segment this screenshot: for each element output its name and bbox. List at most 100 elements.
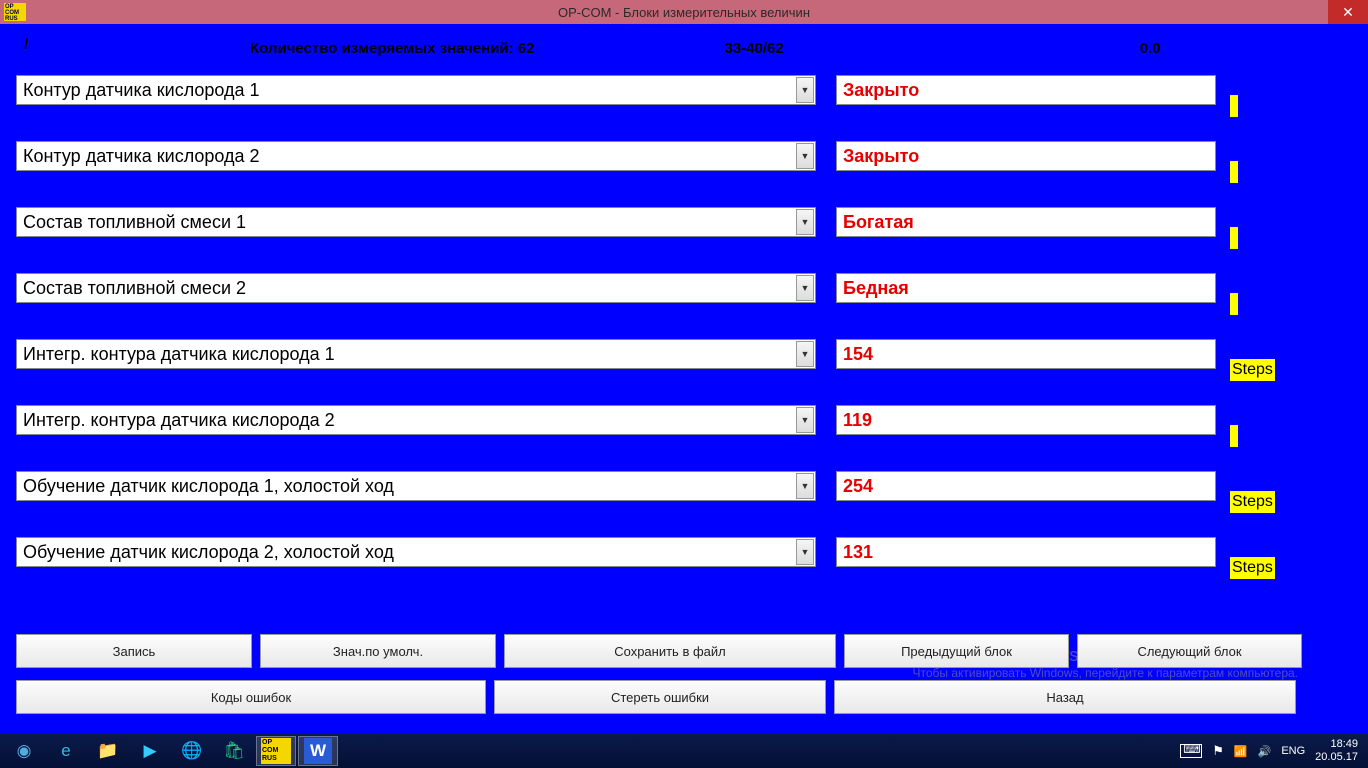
record-button[interactable]: Запись <box>16 634 252 668</box>
button-row-2: Коды ошибок Стереть ошибки Назад <box>16 680 1306 714</box>
date-text: 20.05.17 <box>1315 751 1358 764</box>
measurement-row: Обучение датчик кислорода 2, холостой хо… <box>16 537 1352 567</box>
param-dropdown-1[interactable]: Контур датчика кислорода 1 ▼ <box>16 75 816 105</box>
unit-box-4 <box>1230 293 1238 315</box>
clear-faults-button[interactable]: Стереть ошибки <box>494 680 826 714</box>
measurement-row: Интегр. контура датчика кислорода 2 ▼ 11… <box>16 405 1352 435</box>
button-row-1: Запись Знач.по умолч. Сохранить в файл П… <box>16 634 1306 668</box>
prev-block-button[interactable]: Предыдущий блок <box>844 634 1069 668</box>
buttons-area: Запись Знач.по умолч. Сохранить в файл П… <box>16 634 1306 726</box>
action-center-icon[interactable]: ⚑ <box>1212 743 1224 759</box>
param-dropdown-2[interactable]: Контур датчика кислорода 2 ▼ <box>16 141 816 171</box>
value-box-7: 254 <box>836 471 1216 501</box>
value-text: Закрыто <box>843 80 919 101</box>
chevron-down-icon[interactable]: ▼ <box>796 341 814 367</box>
param-text: Обучение датчик кислорода 1, холостой хо… <box>17 476 394 497</box>
param-dropdown-4[interactable]: Состав топливной смеси 2 ▼ <box>16 273 816 303</box>
measurement-row: Состав топливной смеси 2 ▼ Бедная <box>16 273 1352 303</box>
store-icon: 🛍 <box>223 741 245 761</box>
windows-icon: ◉ <box>17 741 32 761</box>
value-text: 131 <box>843 542 873 563</box>
explorer-button[interactable]: 📁 <box>88 736 128 766</box>
param-dropdown-7[interactable]: Обучение датчик кислорода 1, холостой хо… <box>16 471 816 501</box>
sound-icon[interactable]: 🔊 <box>1258 745 1272 758</box>
chrome-button[interactable]: 🌐 <box>172 736 212 766</box>
folder-icon: 📁 <box>97 741 118 761</box>
next-block-button[interactable]: Следующий блок <box>1077 634 1302 668</box>
param-dropdown-6[interactable]: Интегр. контура датчика кислорода 2 ▼ <box>16 405 816 435</box>
value-text: 154 <box>843 344 873 365</box>
clock[interactable]: 18:49 20.05.17 <box>1315 738 1358 764</box>
language-indicator[interactable]: ENG <box>1281 745 1305 757</box>
value-text: Богатая <box>843 212 914 233</box>
value-text: 119 <box>843 410 872 431</box>
back-button[interactable]: Назад <box>834 680 1296 714</box>
chevron-down-icon[interactable]: ▼ <box>796 407 814 433</box>
unit-box-3 <box>1230 227 1238 249</box>
fault-codes-button[interactable]: Коды ошибок <box>16 680 486 714</box>
main-area: Контур датчика кислорода 1 ▼ Закрыто Кон… <box>0 67 1368 567</box>
app-icon: OP COM RUS <box>4 3 26 21</box>
ie-icon: e <box>61 741 70 761</box>
param-dropdown-3[interactable]: Состав топливной смеси 1 ▼ <box>16 207 816 237</box>
close-button[interactable]: ✕ <box>1328 0 1368 24</box>
param-text: Обучение датчик кислорода 2, холостой хо… <box>17 542 394 563</box>
chevron-down-icon[interactable]: ▼ <box>796 143 814 169</box>
save-file-button[interactable]: Сохранить в файл <box>504 634 836 668</box>
store-button[interactable]: 🛍 <box>214 736 254 766</box>
keyboard-icon[interactable] <box>1180 744 1202 758</box>
param-text: Интегр. контура датчика кислорода 2 <box>17 410 335 431</box>
unit-box-5: Steps <box>1230 359 1275 381</box>
media-button[interactable]: ▶ <box>130 736 170 766</box>
unit-box-7: Steps <box>1230 491 1275 513</box>
unit-box-2 <box>1230 161 1238 183</box>
opcom-taskbar-button[interactable]: OP COM RUS <box>256 736 296 766</box>
network-icon[interactable]: 📶 <box>1234 745 1248 758</box>
value-box-1: Закрыто <box>836 75 1216 105</box>
window-title: OP-COM - Блоки измерительных величин <box>558 5 810 20</box>
close-icon: ✕ <box>1342 4 1354 21</box>
param-text: Контур датчика кислорода 1 <box>17 80 260 101</box>
param-dropdown-8[interactable]: Обучение датчик кислорода 2, холостой хо… <box>16 537 816 567</box>
defaults-button[interactable]: Знач.по умолч. <box>260 634 496 668</box>
value-box-8: 131 <box>836 537 1216 567</box>
chevron-down-icon[interactable]: ▼ <box>796 473 814 499</box>
ie-button[interactable]: e <box>46 736 86 766</box>
opcom-icon: OP COM RUS <box>261 738 291 764</box>
measurement-row: Контур датчика кислорода 1 ▼ Закрыто <box>16 75 1352 105</box>
play-icon: ▶ <box>143 741 156 761</box>
param-text: Интегр. контура датчика кислорода 1 <box>17 344 335 365</box>
chevron-down-icon[interactable]: ▼ <box>796 539 814 565</box>
unit-box-1 <box>1230 95 1238 117</box>
header-row: Количество измеряемых значений: 62 33-40… <box>0 24 1368 67</box>
chevron-down-icon[interactable]: ▼ <box>796 77 814 103</box>
chevron-down-icon[interactable]: ▼ <box>796 275 814 301</box>
param-text: Состав топливной смеси 1 <box>17 212 246 233</box>
value-text: Закрыто <box>843 146 919 167</box>
value-box-2: Закрыто <box>836 141 1216 171</box>
word-icon: W <box>304 738 332 764</box>
unit-box-6 <box>1230 425 1238 447</box>
time-text: 18:49 <box>1315 738 1358 751</box>
titlebar: OP COM RUS OP-COM - Блоки измерительных … <box>0 0 1368 24</box>
unit-box-8: Steps <box>1230 557 1275 579</box>
right-value: 0.0 <box>1140 40 1161 57</box>
start-button[interactable]: ◉ <box>4 736 44 766</box>
value-text: Бедная <box>843 278 909 299</box>
measurement-row: Обучение датчик кислорода 1, холостой хо… <box>16 471 1352 501</box>
taskbar-left: ◉ e 📁 ▶ 🌐 🛍 OP COM RUS W <box>0 736 338 766</box>
chevron-down-icon[interactable]: ▼ <box>796 209 814 235</box>
taskbar: ◉ e 📁 ▶ 🌐 🛍 OP COM RUS W ⚑ 📶 🔊 ENG 18:49 <box>0 734 1368 768</box>
param-dropdown-5[interactable]: Интегр. контура датчика кислорода 1 ▼ <box>16 339 816 369</box>
value-box-6: 119 <box>836 405 1216 435</box>
chrome-icon: 🌐 <box>181 741 202 761</box>
param-text: Состав топливной смеси 2 <box>17 278 246 299</box>
measurement-row: Интегр. контура датчика кислорода 1 ▼ 15… <box>16 339 1352 369</box>
value-box-5: 154 <box>836 339 1216 369</box>
range-label: 33-40/62 <box>725 40 784 57</box>
taskbar-right: ⚑ 📶 🔊 ENG 18:49 20.05.17 <box>1180 738 1368 764</box>
param-text: Контур датчика кислорода 2 <box>17 146 260 167</box>
measurement-row: Контур датчика кислорода 2 ▼ Закрыто <box>16 141 1352 171</box>
count-label: Количество измеряемых значений: 62 <box>250 40 535 57</box>
word-button[interactable]: W <box>298 736 338 766</box>
